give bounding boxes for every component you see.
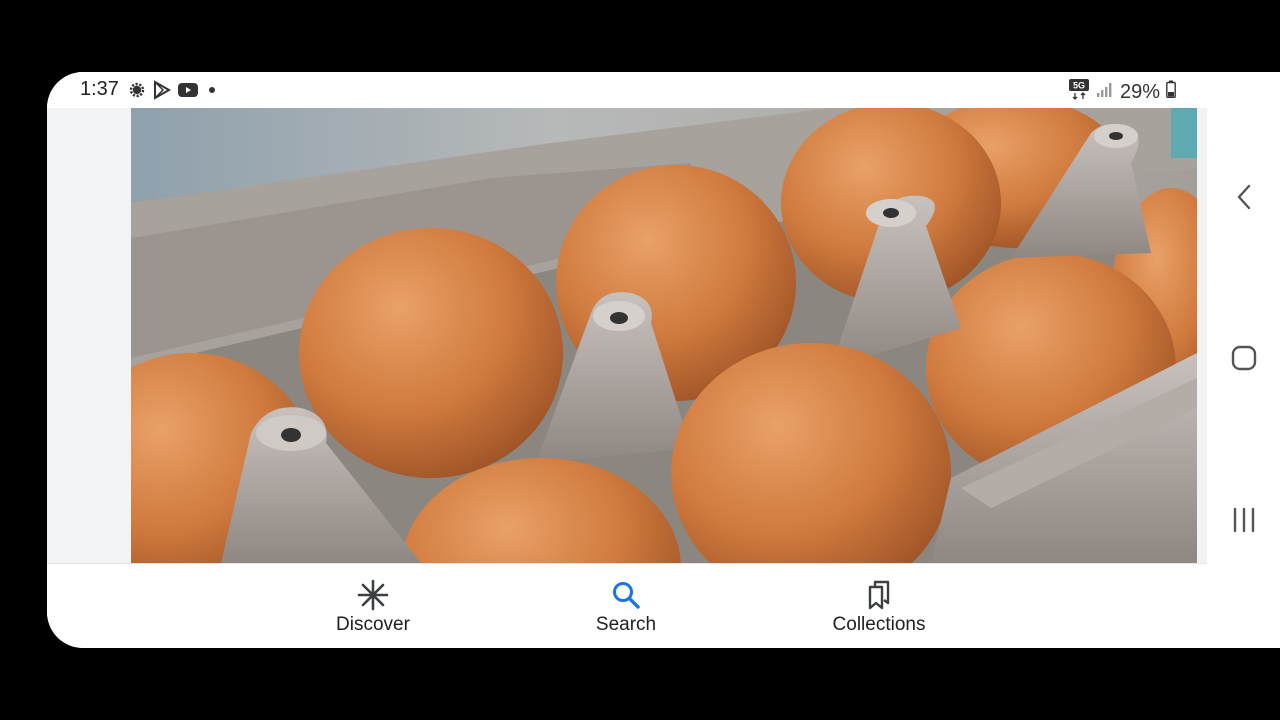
system-navigation-bar [1207, 108, 1280, 648]
network-5g-icon: 5G [1068, 78, 1090, 106]
status-time: 1:37 [80, 78, 119, 100]
tab-collections[interactable]: Collections [809, 578, 949, 636]
tab-discover-label: Discover [336, 614, 410, 635]
status-bar: 1:37 5G 29% [47, 72, 1280, 108]
tab-search-label: Search [595, 614, 657, 635]
bookmarks-icon [864, 578, 894, 612]
home-icon[interactable] [1229, 343, 1259, 373]
recents-icon[interactable] [1229, 505, 1259, 535]
asterisk-icon [357, 578, 389, 612]
back-icon[interactable] [1229, 182, 1259, 212]
tab-collections-label: Collections [832, 614, 926, 635]
tab-discover[interactable]: Discover [303, 578, 443, 636]
status-right: 5G 29% [1068, 78, 1176, 106]
battery-percent: 29% [1119, 80, 1160, 103]
youtube-icon [177, 81, 199, 99]
eggs-image[interactable] [131, 108, 1197, 563]
play-store-icon [153, 80, 171, 100]
svg-text:5G: 5G [1073, 81, 1085, 91]
settings-gear-icon [127, 80, 147, 100]
signal-icon [1096, 80, 1114, 104]
search-icon [611, 578, 641, 612]
tab-search[interactable]: Search [556, 578, 696, 636]
bottom-navigation: Discover Search Collections [47, 563, 1207, 648]
phone-screen: 1:37 5G 29% Discover Search Collections [47, 72, 1280, 648]
notification-icons [127, 80, 219, 100]
dot-icon [205, 83, 219, 97]
battery-icon [1166, 80, 1176, 104]
